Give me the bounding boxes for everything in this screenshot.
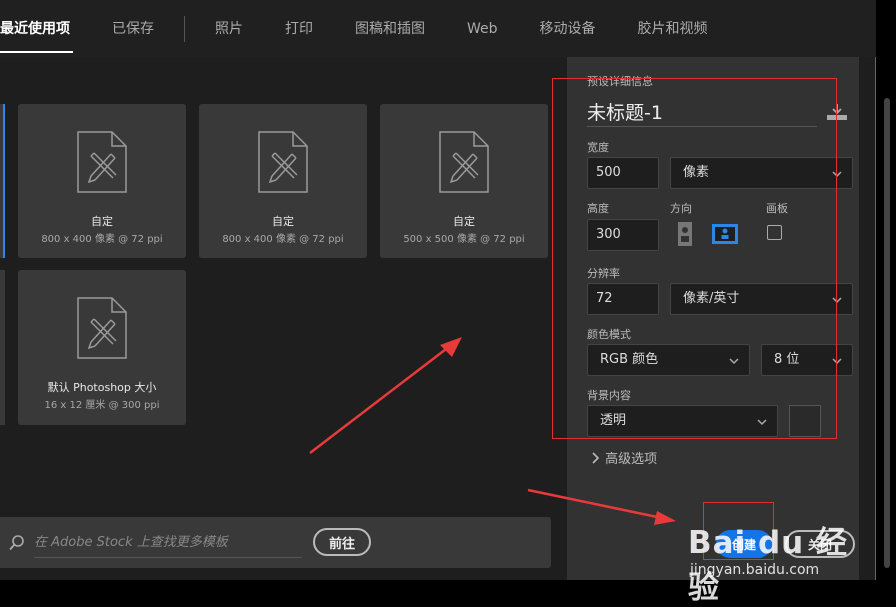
chevron-down-icon	[729, 358, 739, 365]
preset-size: 800 x 400 像素 @ 72 ppi	[41, 234, 163, 245]
advanced-options-label: 高级选项	[605, 452, 658, 467]
resolution-label: 分辨率	[587, 267, 620, 280]
preset-card[interactable]: 自定 500 x 500 像素 @ 72 ppi	[380, 104, 548, 258]
preset-card[interactable]: 自定 800 x 400 像素 @ 72 ppi	[18, 104, 186, 258]
close-button[interactable]: 关闭	[785, 530, 855, 558]
advanced-options-toggle[interactable]: 高级选项	[591, 448, 657, 467]
create-button[interactable]: 创建	[716, 530, 772, 558]
preset-size: 16 x 12 厘米 @ 300 ppi	[44, 400, 160, 411]
chevron-down-icon	[757, 419, 767, 426]
width-label: 宽度	[587, 141, 609, 154]
preset-name: 自定	[91, 215, 113, 228]
background-color-swatch[interactable]	[789, 405, 821, 437]
background-value: 透明	[600, 413, 627, 428]
scrollbar-track	[859, 57, 875, 580]
color-mode-label: 颜色模式	[587, 328, 631, 341]
tab-mobile[interactable]: 移动设备	[519, 0, 617, 57]
preset-card[interactable]: 自定 800 x 400 像素 @ 72 ppi	[199, 104, 367, 258]
chevron-down-icon	[832, 358, 842, 365]
tab-recent[interactable]: 最近使用项	[0, 0, 91, 57]
document-template-icon	[77, 131, 127, 193]
tab-photo[interactable]: 照片	[194, 0, 264, 57]
artboard-checkbox[interactable]	[767, 225, 782, 240]
save-preset-icon[interactable]	[826, 103, 848, 121]
new-document-dialog: 最近使用项 已保存 照片 打印 图稿和插图 Web 移动设备 胶片和视频 自定 …	[0, 0, 876, 580]
width-input[interactable]: 500	[587, 157, 659, 189]
stock-search-bar: 前往	[0, 517, 551, 568]
tab-art-illustration[interactable]: 图稿和插图	[334, 0, 446, 57]
preset-details-panel	[567, 57, 859, 580]
preset-name: 默认 Photoshop 大小	[47, 381, 157, 394]
bit-depth-select[interactable]: 8 位	[761, 344, 853, 376]
scrollbar-thumb[interactable]	[884, 98, 890, 568]
background-select[interactable]: 透明	[587, 405, 778, 437]
search-icon	[9, 535, 24, 551]
tab-separator	[184, 15, 185, 42]
preset-card[interactable]: 默认 Photoshop 大小 16 x 12 厘米 @ 300 ppi	[18, 270, 186, 425]
tab-web[interactable]: Web	[446, 0, 519, 57]
document-template-icon	[77, 297, 127, 359]
go-button[interactable]: 前往	[313, 528, 371, 556]
preset-card-partial-selected[interactable]	[0, 104, 5, 258]
preset-name: 自定	[453, 215, 475, 228]
resolution-input[interactable]: 72	[587, 283, 659, 315]
height-input[interactable]: 300	[587, 219, 659, 251]
orientation-label: 方向	[670, 202, 692, 215]
resolution-unit-select[interactable]: 像素/英寸	[670, 283, 853, 315]
preset-name: 自定	[272, 215, 294, 228]
width-unit-value: 像素	[683, 165, 710, 180]
height-label: 高度	[587, 202, 609, 215]
color-mode-select[interactable]: RGB 颜色	[587, 344, 750, 376]
tab-print[interactable]: 打印	[264, 0, 334, 57]
width-unit-select[interactable]: 像素	[670, 157, 853, 189]
document-name-input[interactable]	[587, 97, 817, 127]
resolution-unit-value: 像素/英寸	[683, 291, 740, 306]
portrait-orientation-icon[interactable]	[671, 220, 699, 248]
preset-card-partial[interactable]	[0, 270, 5, 425]
chevron-down-icon	[832, 297, 842, 304]
chevron-right-icon	[592, 452, 600, 464]
landscape-orientation-icon[interactable]	[711, 220, 739, 248]
document-template-icon	[258, 131, 308, 193]
preset-size: 800 x 400 像素 @ 72 ppi	[222, 234, 344, 245]
stock-search-input[interactable]	[34, 527, 302, 558]
artboard-label: 画板	[766, 202, 788, 215]
background-label: 背景内容	[587, 389, 631, 402]
preset-size: 500 x 500 像素 @ 72 ppi	[403, 234, 525, 245]
preset-details-label: 预设详细信息	[587, 75, 653, 88]
tab-film-video[interactable]: 胶片和视频	[617, 0, 729, 57]
document-template-icon	[439, 131, 489, 193]
chevron-down-icon	[832, 171, 842, 178]
bit-depth-value: 8 位	[774, 352, 800, 367]
color-mode-value: RGB 颜色	[600, 352, 659, 367]
tab-saved[interactable]: 已保存	[91, 0, 175, 57]
category-tab-bar: 最近使用项 已保存 照片 打印 图稿和插图 Web 移动设备 胶片和视频	[0, 0, 876, 57]
